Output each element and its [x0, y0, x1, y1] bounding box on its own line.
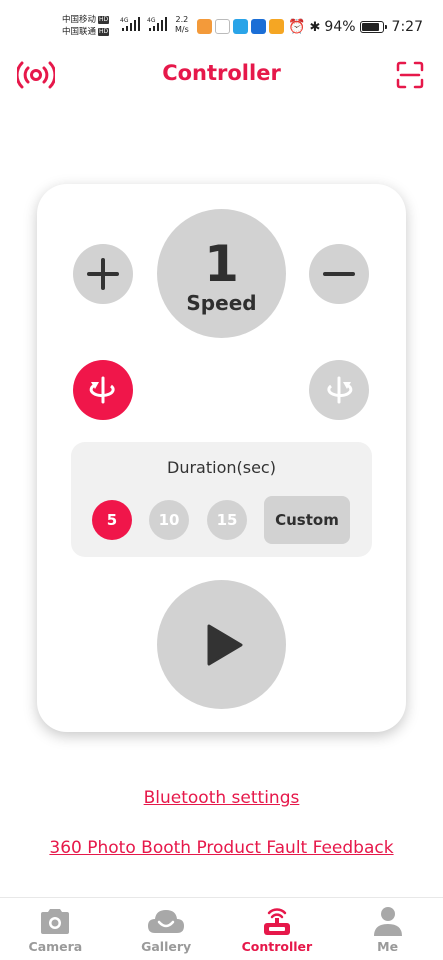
nav-label-gallery: Gallery [141, 939, 192, 954]
alarm-icon: ⏰ [288, 19, 306, 35]
page-title: Controller [162, 61, 281, 85]
person-icon [372, 905, 404, 937]
duration-panel: Duration(sec) 5 10 15 Custom [71, 442, 372, 557]
duration-10-button[interactable]: 10 [149, 500, 189, 540]
rotate-cw-icon [327, 376, 353, 404]
net-type-label-2: 4G [147, 17, 156, 24]
video-app-icon [269, 19, 284, 34]
network-speed-unit: M/s [175, 25, 189, 34]
rotate-clockwise-button[interactable] [309, 360, 369, 420]
duration-15-button[interactable]: 15 [207, 500, 247, 540]
speed-decrease-button[interactable] [309, 244, 369, 304]
hd-badge-2: HD [98, 28, 110, 36]
duration-5-button[interactable]: 5 [92, 500, 132, 540]
carrier-info: 中国移动 HD 中国联通 HD [62, 14, 110, 38]
nav-item-me[interactable]: Me [332, 898, 443, 960]
bottom-nav: Camera Gallery Controller Me [0, 897, 443, 960]
network-speed: 2.2 M/s [175, 15, 189, 35]
search-app-icon [233, 19, 248, 34]
battery-icon [359, 21, 387, 33]
duration-title: Duration(sec) [167, 458, 276, 477]
network-speed-value: 2.2 [175, 15, 189, 24]
clock: 7:27 [391, 19, 423, 35]
bluetooth-settings-link[interactable]: Bluetooth settings [0, 788, 443, 808]
rotate-ccw-icon [89, 376, 115, 404]
hd-badge: HD [98, 16, 110, 24]
nav-item-gallery[interactable]: Gallery [111, 898, 222, 960]
carrier-1: 中国移动 [62, 15, 97, 25]
minus-icon [323, 272, 355, 276]
bluetooth-icon: ✱ [309, 19, 321, 35]
custom-duration-button[interactable]: Custom [264, 496, 350, 544]
nav-item-controller[interactable]: Controller [222, 898, 333, 960]
carrier-2: 中国联通 [62, 27, 97, 37]
speed-label: Speed [186, 290, 257, 315]
app-header: Controller [0, 55, 443, 95]
camera-icon [38, 905, 72, 937]
app-notification-icon [197, 19, 212, 34]
controller-card: 1 Speed Duration(sec) 5 10 15 Custom [37, 184, 406, 732]
controller-icon [260, 905, 294, 937]
speed-display: 1 Speed [157, 209, 286, 338]
plus-icon [87, 258, 119, 290]
status-right: ⏰ ✱ 94% 7:27 [288, 19, 423, 35]
notification-icons [197, 19, 284, 34]
signal-icon: 4G [120, 17, 140, 31]
speed-value: 1 [204, 234, 239, 293]
cloud-app-icon [251, 19, 266, 34]
scan-icon[interactable] [390, 57, 430, 93]
nav-label-me: Me [377, 939, 399, 954]
battery-percent: 94% [324, 19, 356, 35]
rotate-counterclockwise-button[interactable] [73, 360, 133, 420]
nav-label-camera: Camera [28, 939, 83, 954]
wechat-icon [215, 19, 230, 34]
nav-label-controller: Controller [241, 939, 313, 954]
speed-increase-button[interactable] [73, 244, 133, 304]
signal-icon-2: 4G [147, 17, 167, 31]
play-button[interactable] [157, 580, 286, 709]
nav-item-camera[interactable]: Camera [0, 898, 111, 960]
net-type-label: 4G [120, 17, 129, 24]
gallery-icon [147, 905, 185, 937]
status-bar: 中国移动 HD 中国联通 HD 4G 4G 2.2 M/s ⏰ ✱ 94% 7:27 [0, 0, 443, 48]
play-icon [207, 624, 242, 665]
fault-feedback-link[interactable]: 360 Photo Booth Product Fault Feedback [0, 838, 443, 858]
